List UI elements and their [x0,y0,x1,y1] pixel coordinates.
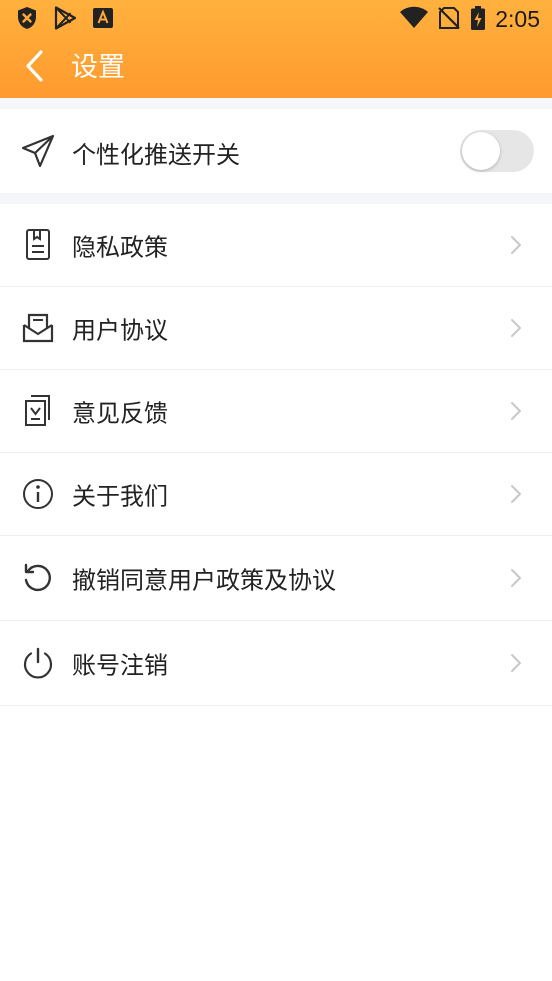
push-setting-row: 个性化推送开关 [0,109,552,193]
font-app-icon [90,5,116,31]
menu-item-label: 意见反馈 [72,399,168,428]
info-icon [20,476,56,512]
battery-charging-icon [468,5,488,31]
menu-item-label: 用户协议 [72,316,168,345]
revoke-icon [20,560,56,596]
menu-item-label: 账号注销 [72,651,168,680]
menu-item-user-agreement[interactable]: 用户协议 [0,287,552,370]
menu-item-privacy-policy[interactable]: 隐私政策 [0,204,552,287]
chevron-right-icon [511,485,521,503]
send-icon [20,133,56,169]
page-title: 设置 [71,52,125,83]
chevron-right-icon [511,236,521,254]
chevron-right-icon [511,569,521,587]
toggle-knob [462,132,500,170]
feedback-icon [20,393,56,429]
privacy-document-icon [20,227,56,263]
push-setting-label: 个性化推送开关 [72,141,240,169]
menu-item-revoke-consent[interactable]: 撤销同意用户政策及协议 [0,536,552,621]
title-bar: 设置 [0,38,552,98]
section-divider [0,98,552,109]
menu-item-label: 隐私政策 [72,233,168,262]
power-icon [20,645,56,681]
no-sim-icon [436,5,462,31]
menu-item-feedback[interactable]: 意见反馈 [0,370,552,453]
push-toggle[interactable] [460,130,534,172]
chevron-right-icon [511,402,521,420]
menu-item-label: 关于我们 [72,482,168,511]
envelope-agreement-icon [20,310,56,346]
settings-menu: 隐私政策 用户协议 意见反馈 关于我们 撤销同意用户政策及协议 账号注销 [0,204,552,706]
play-store-icon [52,5,78,31]
status-time: 2:05 [495,6,540,32]
menu-item-delete-account[interactable]: 账号注销 [0,621,552,706]
menu-item-label: 撤销同意用户政策及协议 [72,566,336,595]
back-arrow-icon [23,49,45,87]
shield-x-icon [14,5,40,31]
status-bar: 2:05 [0,0,552,38]
wifi-icon [399,5,429,31]
chevron-right-icon [511,654,521,672]
menu-item-about-us[interactable]: 关于我们 [0,453,552,536]
section-divider [0,193,552,204]
chevron-right-icon [511,319,521,337]
header-bar: 2:05 设置 [0,0,552,98]
back-button[interactable] [12,46,56,90]
